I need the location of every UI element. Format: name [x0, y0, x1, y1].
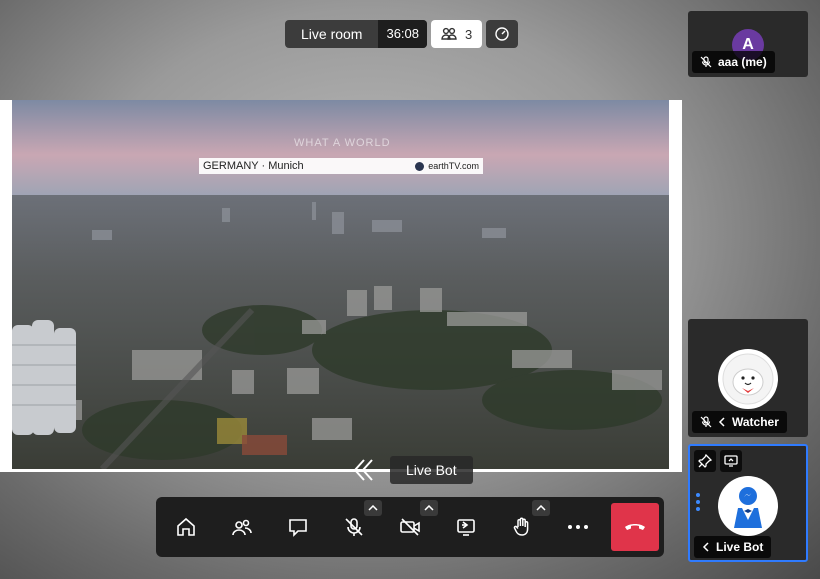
main-video-stage[interactable]: WHAT A WORLD GERMANY · Munich earthTV.co…	[0, 100, 682, 472]
chevron-up-icon	[368, 505, 378, 511]
participants-button[interactable]	[224, 509, 260, 545]
chevron-up-icon	[536, 505, 546, 511]
participant-name-tag: Watcher	[692, 411, 787, 433]
participants-icon	[232, 519, 252, 536]
active-speaker-label: Live Bot	[352, 456, 473, 484]
video-watermark: WHAT A WORLD	[294, 137, 391, 149]
participant-name-tag: Live Bot	[694, 536, 772, 558]
participant-tile-live-bot[interactable]: Live Bot	[688, 444, 808, 562]
speaking-indicator	[696, 493, 700, 511]
brand-text: earthTV.com	[428, 161, 479, 171]
participants-count: 3	[465, 26, 473, 42]
screen-share-indicator-button[interactable]	[720, 450, 742, 472]
location-caption: GERMANY · Munich earthTV.com	[199, 158, 483, 174]
room-status-bar: Live room 36:08 3	[285, 20, 519, 48]
hang-up-icon	[625, 524, 645, 530]
chat-button[interactable]	[280, 509, 316, 545]
live-bot-avatar	[718, 476, 778, 536]
video-frame: WHAT A WORLD GERMANY · Munich earthTV.co…	[12, 100, 669, 469]
room-timer: 36:08	[378, 20, 428, 48]
participant-name: aaa (me)	[718, 55, 767, 69]
home-icon	[177, 517, 195, 536]
raise-hand-icon	[513, 517, 529, 536]
microphone-off-icon	[700, 416, 712, 428]
chat-icon	[289, 519, 307, 537]
location-text: GERMANY · Munich	[203, 160, 304, 172]
chevron-left-icon[interactable]	[718, 417, 726, 427]
room-name: Live room	[301, 26, 363, 42]
brand-logo-icon	[415, 161, 425, 171]
camera-off-icon	[400, 518, 420, 536]
call-toolbar	[156, 497, 664, 557]
participants-count-button[interactable]: 3	[431, 20, 483, 48]
screen-share-icon	[724, 455, 738, 467]
participant-tile-watcher[interactable]: Watcher	[688, 319, 808, 437]
microphone-options-caret[interactable]	[364, 500, 382, 516]
share-screen-button[interactable]	[448, 509, 484, 545]
pin-button[interactable]	[694, 450, 716, 472]
performance-button[interactable]	[486, 20, 519, 48]
munich-cityscape-image	[12, 100, 669, 469]
mascot-avatar-icon	[722, 353, 774, 405]
bot-butler-icon	[721, 479, 775, 533]
microphone-off-icon	[345, 518, 363, 536]
participant-name: Live Bot	[716, 540, 764, 554]
room-info: Live room 36:08	[285, 20, 428, 48]
watcher-avatar	[718, 349, 778, 409]
brand-label: earthTV.com	[415, 161, 479, 171]
active-speaker-name: Live Bot	[390, 456, 473, 484]
participant-name: Watcher	[732, 415, 779, 429]
pin-icon	[698, 454, 712, 468]
participant-name-tag: aaa (me)	[692, 51, 775, 73]
share-screen-icon	[457, 519, 475, 536]
double-chevron-left-icon[interactable]	[352, 458, 374, 482]
participants-icon	[441, 27, 457, 40]
speedometer-icon	[495, 27, 509, 41]
reactions-options-caret[interactable]	[532, 500, 550, 516]
microphone-off-icon	[700, 56, 712, 68]
more-icon	[568, 525, 588, 529]
home-button[interactable]	[168, 509, 204, 545]
participant-tile-self[interactable]: A aaa (me)	[688, 11, 808, 77]
camera-options-caret[interactable]	[420, 500, 438, 516]
chevron-up-icon	[424, 505, 434, 511]
more-options-button[interactable]	[560, 509, 596, 545]
chevron-left-icon[interactable]	[702, 542, 710, 552]
hang-up-button[interactable]	[611, 503, 659, 551]
